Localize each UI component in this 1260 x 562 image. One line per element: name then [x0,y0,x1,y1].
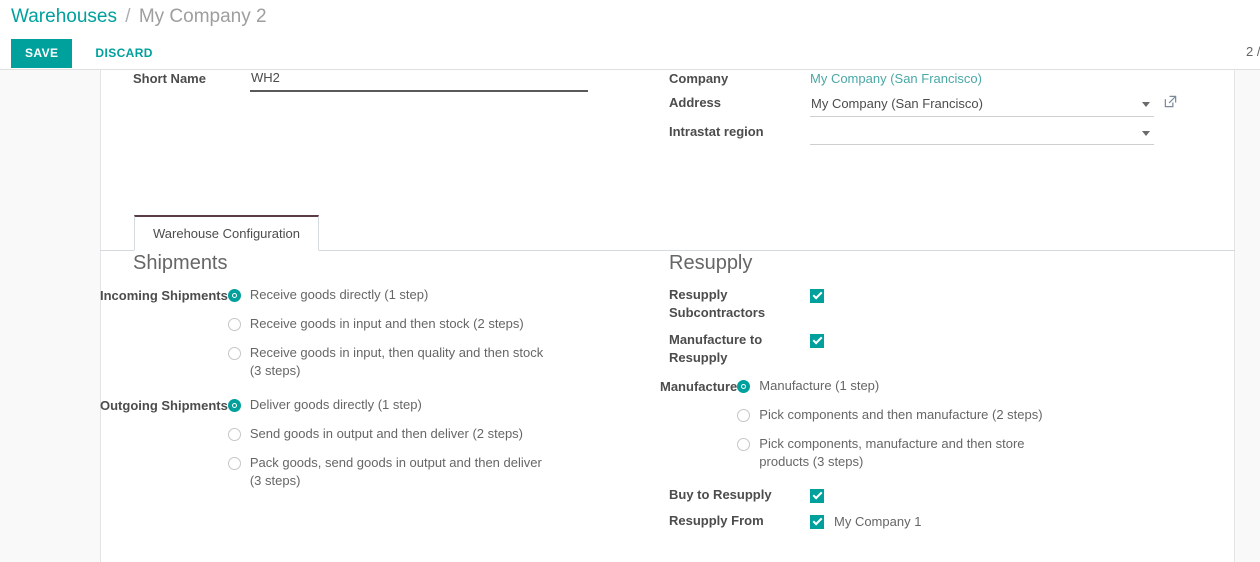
tab-strip: Warehouse Configuration [100,212,1235,251]
radio-option-label: Manufacture (1 step) [759,378,880,393]
resupply-title: Resupply [669,252,753,274]
radio-mark-icon [227,457,241,470]
field-resupply-subcontractors: Resupply Subcontractors [660,286,1235,322]
resupply-from-label: Resupply From [669,513,764,528]
notebook: Warehouse Configuration [100,212,1235,251]
resupply-from-value: My Company 1 [834,514,922,529]
breadcrumb-root-link[interactable]: Warehouses [11,6,117,27]
radio-mark-icon [737,409,751,422]
header-group-left: Short Name [100,70,660,98]
radio-mark-icon [737,438,751,451]
record-action-buttons: SAVE DISCARD [11,39,165,68]
field-manufacture-to-resupply: Manufacture to Resupply [660,331,1235,367]
radio-option-label: Deliver goods directly (1 step) [249,397,422,412]
breadcrumb: Warehouses / My Company 2 [11,5,267,29]
radio-option-label: Receive goods in input and then stock (2… [249,316,524,331]
form-view-body: Short Name Company My Company (San Franc… [0,70,1260,562]
radio-option[interactable]: Pick components and then manufacture (2 … [737,406,1235,424]
radio-option[interactable]: Pack goods, send goods in output and the… [227,454,660,490]
field-intrastat-region: Intrastat region [660,123,1235,145]
manufacture-to-resupply-checkbox[interactable] [810,334,824,348]
resupply-group: Resupply Resupply Subcontractors Manufac… [660,251,1235,536]
radio-option[interactable]: Receive goods directly (1 step) [227,286,660,304]
save-button[interactable]: SAVE [11,39,73,68]
radio-mark-icon [227,399,241,412]
tab-warehouse-configuration[interactable]: Warehouse Configuration [134,215,319,251]
discard-button[interactable]: DISCARD [83,39,164,68]
field-incoming-shipments: Incoming Shipments Receive goods directl… [100,286,660,380]
radio-option-label: Pick components, manufacture and then st… [759,436,1025,469]
field-address: Address My Company (San Francisco) [660,94,1235,117]
external-link-icon[interactable] [1163,94,1178,109]
record-pager[interactable]: 2 / [1246,44,1260,59]
address-select[interactable]: My Company (San Francisco) [810,94,1154,117]
manufacture-to-resupply-label: Manufacture to Resupply [669,332,763,365]
intrastat-region-select[interactable] [810,123,1154,145]
radio-option-label: Send goods in output and then deliver (2… [249,426,524,441]
field-outgoing-shipments: Outgoing Shipments Deliver goods directl… [100,396,660,490]
radio-mark-icon [227,428,241,441]
address-label: Address [669,95,722,110]
radio-option-label: Receive goods directly (1 step) [249,287,429,302]
manufacture-label: Manufacture [660,379,738,394]
field-resupply-from: Resupply From My Company 1 [660,512,1235,531]
radio-option-label: Pack goods, send goods in output and the… [249,455,542,488]
outgoing-shipments-radio-group: Deliver goods directly (1 step) Send goo… [227,396,660,490]
intrastat-region-label: Intrastat region [669,124,764,139]
radio-option[interactable]: Send goods in output and then deliver (2… [227,425,660,443]
breadcrumb-current-record: My Company 2 [138,6,267,27]
breadcrumb-separator: / [125,6,131,27]
radio-option[interactable]: Receive goods in input, then quality and… [227,344,660,380]
radio-option[interactable]: Deliver goods directly (1 step) [227,396,660,414]
tab-page-warehouse-configuration: Shipments Incoming Shipments Receive goo… [100,251,1235,562]
incoming-shipments-radio-group: Receive goods directly (1 step) Receive … [227,286,660,380]
radio-option-label: Pick components and then manufacture (2 … [759,407,1043,422]
buy-to-resupply-label: Buy to Resupply [669,487,772,502]
control-panel: Warehouses / My Company 2 SAVE DISCARD 2… [0,0,1260,70]
company-label: Company [669,71,729,86]
radio-mark-icon [227,347,241,360]
short-name-label: Short Name [133,71,206,86]
field-buy-to-resupply: Buy to Resupply [660,486,1235,504]
radio-option[interactable]: Pick components, manufacture and then st… [737,435,1235,471]
field-company: Company My Company (San Francisco) [660,70,1235,88]
buy-to-resupply-checkbox[interactable] [810,489,824,503]
field-short-name: Short Name [100,70,660,92]
company-link[interactable]: My Company (San Francisco) [810,71,982,86]
radio-mark-icon [227,318,241,331]
field-manufacture: Manufacture Manufacture (1 step) Pick co… [660,377,1235,471]
radio-option-label: Receive goods in input, then quality and… [249,345,544,378]
incoming-shipments-label: Incoming Shipments [100,288,228,303]
shipments-title: Shipments [133,252,228,274]
form-header-fields: Short Name Company My Company (San Franc… [100,70,1235,212]
header-group-right: Company My Company (San Francisco) Addre… [660,70,1235,151]
short-name-input[interactable] [250,70,588,92]
shipments-group: Shipments Incoming Shipments Receive goo… [100,251,660,492]
resupply-subcontractors-label: Resupply Subcontractors [669,287,766,320]
radio-mark-icon [227,289,241,302]
radio-option[interactable]: Receive goods in input and then stock (2… [227,315,660,333]
radio-option[interactable]: Manufacture (1 step) [737,377,1235,395]
radio-mark-icon [737,380,751,393]
resupply-subcontractors-checkbox[interactable] [810,289,824,303]
outgoing-shipments-label: Outgoing Shipments [100,398,228,413]
manufacture-radio-group: Manufacture (1 step) Pick components and… [737,377,1235,471]
resupply-from-checkbox[interactable] [810,515,824,529]
